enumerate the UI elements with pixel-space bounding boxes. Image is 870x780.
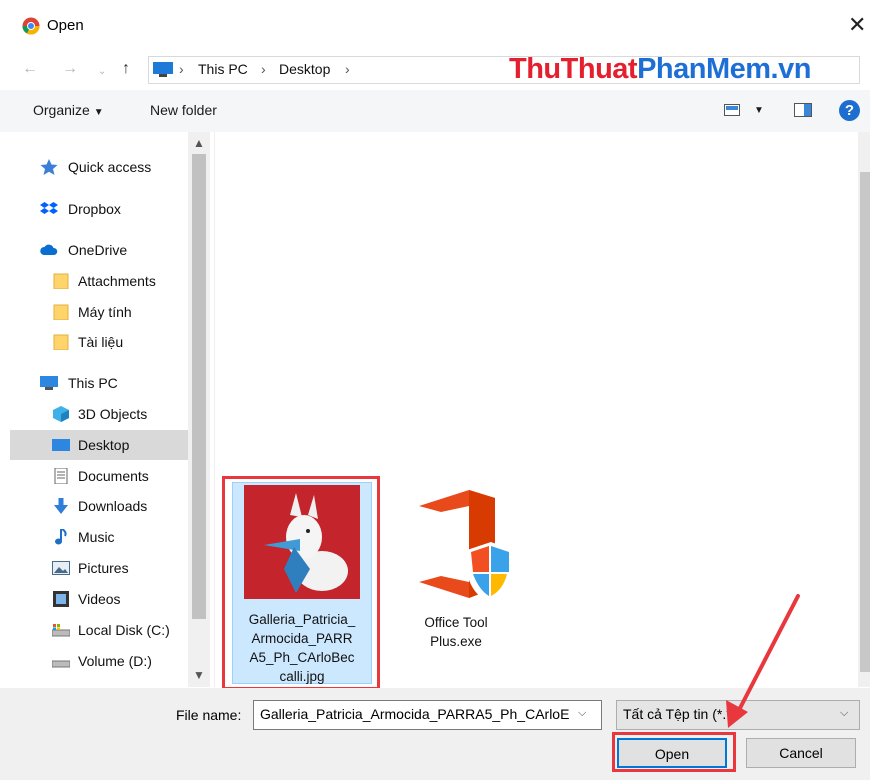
annotation-arrow-icon <box>726 594 800 728</box>
